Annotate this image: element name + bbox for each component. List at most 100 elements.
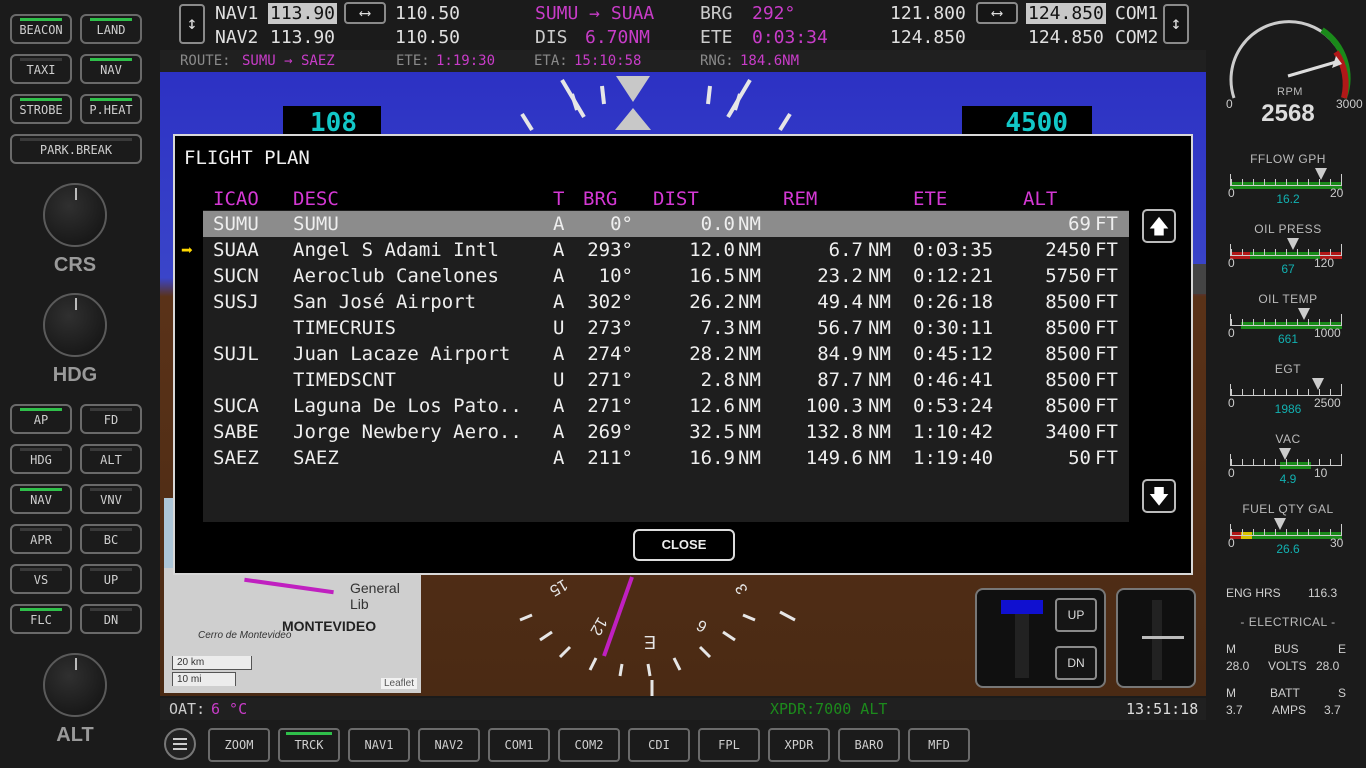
softkey-baro[interactable]: BARO (838, 728, 900, 762)
cell-dist: 0.0 (700, 213, 735, 235)
switch-label: P.HEAT (89, 103, 133, 117)
flight-plan-row[interactable]: SUSJ San José Airport A 302° 26.2 NM 49.4 NM 0:2… (203, 289, 1129, 315)
cell-desc: Laguna De Los Pato.. (293, 395, 522, 417)
nav1-active-freq[interactable]: 113.90 (268, 3, 338, 24)
cell-alt: 8500 (1045, 343, 1091, 365)
switch-taxi[interactable]: TAXI (10, 54, 72, 84)
com-swap-updown-button[interactable]: ↕ (1163, 4, 1189, 44)
flight-plan-row[interactable]: SUAA Angel S Adami Intl A 293° 12.0 NM 6.7 NM 0:… (203, 237, 1129, 263)
ap-button-vs[interactable]: VS (10, 564, 72, 594)
flight-plan-row[interactable]: SAEZ SAEZ A 211° 16.9 NM 149.6 NM 1:19:40 50 FT (203, 445, 1129, 471)
trim-scale (1152, 600, 1162, 680)
dis-label: DIS (535, 27, 568, 48)
status-led (20, 488, 62, 491)
gauge-value: 26.6 (1276, 542, 1300, 556)
switch-beacon[interactable]: BEACON (10, 14, 72, 44)
cell-dist: 26.2 (689, 291, 735, 313)
crs-knob[interactable] (43, 183, 107, 247)
flight-plan-row[interactable]: TIMEDSCNT U 271° 2.8 NM 87.7 NM 0:46:41 8500 FT (203, 367, 1129, 393)
switch-label: NAV (100, 63, 122, 77)
cell-icao: SUSJ (213, 291, 259, 313)
xpdr-status[interactable]: XPDR:7000 ALT (770, 700, 887, 718)
cell-t: A (553, 213, 565, 235)
cell-desc: SAEZ (293, 447, 339, 469)
softkey-label: MFD (928, 738, 950, 752)
scroll-down-button[interactable]: 🡇 (1142, 479, 1176, 513)
softkey-nav2[interactable]: NAV2 (418, 728, 480, 762)
softkey-com1[interactable]: COM1 (488, 728, 550, 762)
flight-plan-row[interactable]: SUCA Laguna De Los Pato.. A 271° 12.6 NM 100.3… (203, 393, 1129, 419)
status-led (90, 98, 132, 101)
com1-standby-freq[interactable]: 121.800 (890, 3, 966, 24)
flight-plan-row[interactable]: SABE Jorge Newbery Aero.. A 269° 32.5 NM 132.8… (203, 419, 1129, 445)
vs-dn-button[interactable]: DN (1055, 646, 1097, 680)
scroll-up-button[interactable]: 🡅 (1142, 209, 1176, 243)
cell-brg: 269° (587, 421, 633, 443)
com2-standby-freq[interactable]: 124.850 (890, 27, 966, 48)
status-led (20, 408, 62, 411)
engine-panel: 0 3000 RPM 2568 FFLOW GPH 0 20 16.2 OIL PRES… (1210, 0, 1366, 768)
softkey-com2[interactable]: COM2 (558, 728, 620, 762)
switch-park-break[interactable]: PARK.BREAK (10, 134, 142, 164)
flight-plan-row[interactable]: SUMU SUMU A 0° 0.0 NM 69 FT (203, 211, 1129, 237)
cell-ru: NM (868, 291, 891, 313)
switch-land[interactable]: LAND (80, 14, 142, 44)
softkey-fpl[interactable]: FPL (698, 728, 760, 762)
map-airport-label: General Lib (350, 580, 400, 612)
softkey-trck[interactable]: TRCK (278, 728, 340, 762)
cell-ru: NM (868, 239, 891, 261)
com1-swap-button[interactable]: ⟷ (976, 2, 1018, 24)
softkey-nav1[interactable]: NAV1 (348, 728, 410, 762)
ap-button-vnv[interactable]: VNV (80, 484, 142, 514)
nav2-active-freq[interactable]: 113.90 (270, 27, 335, 48)
com2-active-freq[interactable]: 124.850 (1028, 27, 1104, 48)
nav-swap-updown-button[interactable]: ↕ (179, 4, 205, 44)
dis-value: 6.70NM (585, 27, 651, 48)
compass-label-6: 6 (694, 616, 710, 635)
cell-t: A (553, 239, 565, 261)
com1-active-freq[interactable]: 124.850 (1026, 3, 1106, 24)
softkey-mfd[interactable]: MFD (908, 728, 970, 762)
cell-ru: NM (868, 343, 891, 365)
alt-knob[interactable] (43, 653, 107, 717)
ap-button-fd[interactable]: FD (80, 404, 142, 434)
ap-button-flc[interactable]: FLC (10, 604, 72, 634)
ap-button-label: FD (103, 413, 119, 427)
softkey-cdi[interactable]: CDI (628, 728, 690, 762)
flight-plan-row[interactable]: SUCN Aeroclub Canelones A 10° 16.5 NM 23.2 NM 0:… (203, 263, 1129, 289)
gauge-scale (1230, 314, 1342, 326)
ap-button-hdg[interactable]: HDG (10, 444, 72, 474)
switch-p-heat[interactable]: P.HEAT (80, 94, 142, 124)
switch-nav[interactable]: NAV (80, 54, 142, 84)
cell-alt: 3400 (1045, 421, 1091, 443)
status-led (90, 448, 132, 451)
status-led (20, 98, 62, 101)
softkey-zoom[interactable]: ZOOM (208, 728, 270, 762)
nav2-standby-freq[interactable]: 110.50 (395, 27, 460, 48)
ap-button-up[interactable]: UP (80, 564, 142, 594)
vs-up-button[interactable]: UP (1055, 598, 1097, 632)
nav1-standby-freq[interactable]: 110.50 (395, 3, 460, 24)
ap-button-label: VNV (100, 493, 122, 507)
softkey-xpdr[interactable]: XPDR (768, 728, 830, 762)
ap-button-nav[interactable]: NAV (10, 484, 72, 514)
ap-button-ap[interactable]: AP (10, 404, 72, 434)
flight-plan-row[interactable]: TIMECRUIS U 273° 7.3 NM 56.7 NM 0:30:11 8500 FT (203, 315, 1129, 341)
flight-plan-row[interactable]: SUJL Juan Lacaze Airport A 274° 28.2 NM 84.9 NM… (203, 341, 1129, 367)
ap-button-alt[interactable]: ALT (80, 444, 142, 474)
menu-button[interactable] (164, 728, 196, 760)
active-leg-arrow-icon: ➡ (181, 238, 194, 262)
batt-s-label: S (1338, 686, 1347, 700)
close-button[interactable]: CLOSE (633, 529, 735, 561)
ap-button-dn[interactable]: DN (80, 604, 142, 634)
switch-strobe[interactable]: STROBE (10, 94, 72, 124)
hdg-knob[interactable] (43, 293, 107, 357)
map-attribution[interactable]: Leaflet (380, 678, 417, 689)
ap-button-bc[interactable]: BC (80, 524, 142, 554)
cell-du: NM (738, 265, 761, 287)
ete-value: 0:03:34 (752, 27, 828, 48)
status-bar: OAT: 6 °C XPDR:7000 ALT 13:51:18 (160, 698, 1206, 720)
trim-panel[interactable] (1116, 588, 1196, 688)
ap-button-apr[interactable]: APR (10, 524, 72, 554)
nav1-swap-button[interactable]: ⟷ (344, 2, 386, 24)
